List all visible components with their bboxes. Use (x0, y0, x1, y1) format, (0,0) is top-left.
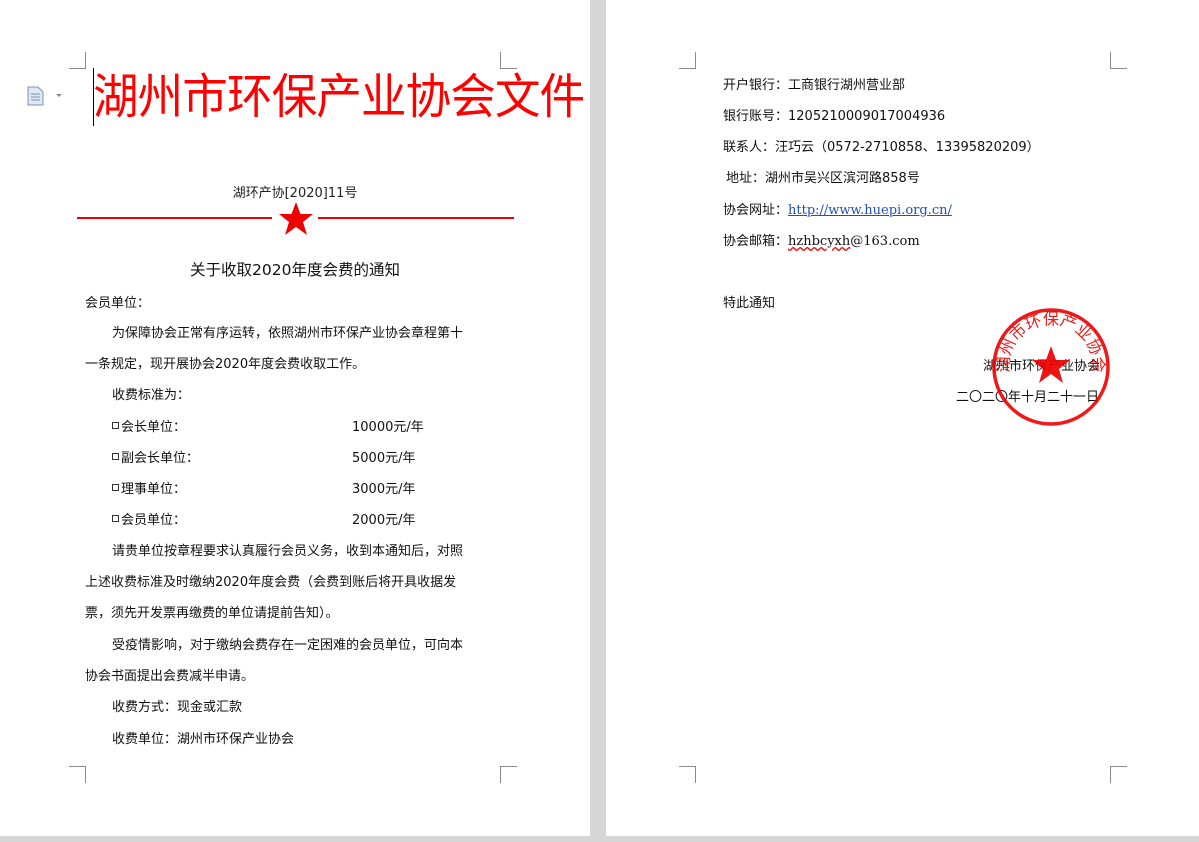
seal-star-icon (1032, 346, 1070, 383)
document-page-1: 湖州市环保产业协会文件 湖环产协[2020]11号 关于收取2020年度会费的通… (0, 0, 590, 836)
fee-amount: 3000元/年 (352, 482, 416, 497)
email-name: hzhbcyxh (788, 234, 851, 249)
margin-corner-mark (69, 766, 86, 783)
checkbox-bullet-icon (112, 453, 119, 460)
contact-info: 联系人：汪巧云（0572-2710858、13395820209） (723, 140, 1040, 155)
fee-row-unit: 理事单位： (112, 478, 186, 497)
website-link[interactable]: http://www.huepi.org.cn/ (788, 203, 952, 218)
closing-text: 特此通知 (723, 296, 776, 311)
margin-corner-mark (69, 52, 86, 69)
paragraph-line: 为保障协会正常有序运转，依照湖州市环保产业协会章程第十 (112, 326, 464, 341)
paragraph-line: 协会书面提出会费减半申请。 (85, 669, 255, 684)
fee-unit-label: 副会长单位： (121, 451, 200, 466)
fee-unit-label: 会员单位： (121, 513, 187, 528)
fee-amount: 10000元/年 (352, 420, 424, 435)
official-seal: 湖州市环保产业协会 (992, 308, 1110, 426)
payee: 收费单位：湖州市环保产业协会 (112, 732, 295, 747)
website-line: 协会网址：http://www.huepi.org.cn/ (723, 199, 952, 218)
email-domain: @163.com (850, 234, 920, 249)
paragraph-line: 受疫情影响，对于缴纳会费存在一定困难的会员单位，可向本 (112, 638, 464, 653)
fee-intro: 收费标准为： (112, 388, 191, 403)
bank-info: 开户银行：工商银行湖州营业部 (723, 78, 906, 93)
email-label: 协会邮箱： (723, 234, 789, 249)
paragraph-line: 请贵单位按章程要求认真履行会员义务，收到本通知后，对照 (112, 544, 464, 559)
paste-options-icon[interactable] (26, 86, 66, 106)
header-red-rule-left (77, 217, 272, 219)
margin-corner-mark (679, 52, 696, 69)
checkbox-bullet-icon (112, 484, 119, 491)
red-star-icon (279, 202, 313, 235)
paragraph-line: 一条规定，现开展协会2020年度会费收取工作。 (85, 357, 366, 372)
fee-amount: 5000元/年 (352, 451, 416, 466)
header-red-rule-right (318, 217, 514, 219)
fee-row-unit: 副会长单位： (112, 447, 199, 466)
margin-corner-mark (1110, 52, 1127, 69)
account-info: 银行账号：1205210009017004936 (723, 109, 946, 124)
fee-row-unit: 会长单位： (112, 416, 186, 435)
checkbox-bullet-icon (112, 422, 119, 429)
notice-title: 关于收取2020年度会费的通知 (190, 261, 400, 279)
page-gap (590, 0, 606, 842)
checkbox-bullet-icon (112, 515, 119, 522)
paragraph-line: 上述收费标准及时缴纳2020年度会费（会费到账后将开具收据发 (85, 575, 457, 590)
fee-unit-label: 理事单位： (121, 482, 187, 497)
paragraph-line: 票，须先开发票再缴费的单位请提前告知）。 (85, 606, 339, 621)
address-info: 地址：湖州市吴兴区滨河路858号 (726, 171, 920, 186)
margin-corner-mark (679, 766, 696, 783)
payment-method: 收费方式：现金或汇款 (112, 700, 243, 715)
fee-unit-label: 会长单位： (121, 420, 187, 435)
document-header-title: 湖州市环保产业协会文件 (93, 69, 585, 125)
fee-row-unit: 会员单位： (112, 509, 186, 528)
margin-corner-mark (1110, 766, 1127, 783)
salutation: 会员单位： (85, 296, 151, 311)
website-label: 协会网址： (723, 203, 789, 218)
email-line: 协会邮箱：hzhbcyxh@163.com (723, 230, 920, 249)
margin-corner-mark (500, 766, 517, 783)
fee-amount: 2000元/年 (352, 513, 416, 528)
